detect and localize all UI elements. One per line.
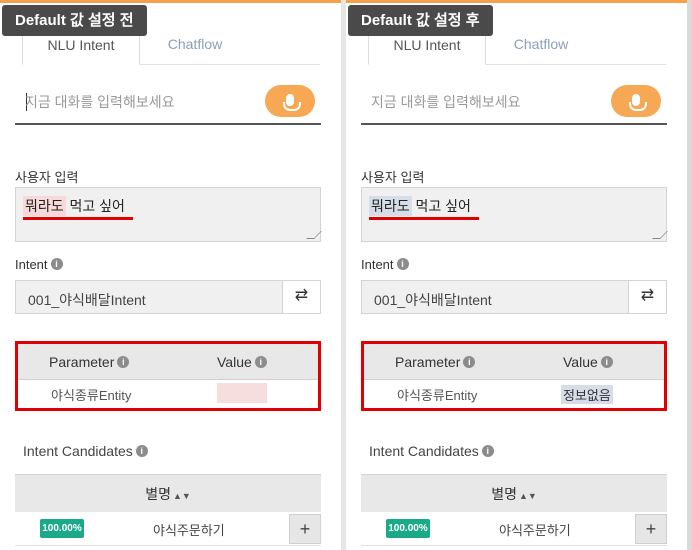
resize-handle[interactable]: [306, 231, 322, 239]
comparison-screenshot: Default 값 설정 전 NLU Intent Chatflow 사용자 입…: [0, 0, 692, 550]
info-icon[interactable]: i: [481, 445, 494, 457]
parameter-name: 야식종류Entity: [51, 388, 132, 403]
value-header: Value: [563, 354, 598, 370]
intent-field: 001_야식배달Intent ⇄: [361, 280, 667, 314]
mic-button[interactable]: [265, 85, 315, 117]
user-input-label: 사용자 입력: [361, 170, 425, 185]
info-icon[interactable]: i: [254, 356, 267, 368]
info-icon[interactable]: i: [396, 258, 409, 270]
candidates-header[interactable]: 별명 ▲▼: [361, 474, 667, 512]
sort-icon: ▲▼: [172, 491, 191, 501]
sort-icon: ▲▼: [518, 491, 537, 501]
utterance: 뭐라도 먹고 싶어: [23, 196, 125, 216]
intent-value: 001_야식배달Intent: [374, 292, 492, 308]
parameter-value-cell[interactable]: [217, 383, 267, 403]
tab-chatflow[interactable]: Chatflow: [140, 27, 250, 65]
red-underline: [369, 217, 479, 220]
user-input-textarea[interactable]: 뭐라도 먹고 싶어: [15, 187, 322, 242]
intent-value: 001_야식배달Intent: [28, 292, 146, 308]
parameter-row: 야식종류Entity: [18, 380, 318, 404]
candidates-header[interactable]: 별명 ▲▼: [15, 474, 321, 512]
chat-input[interactable]: [25, 89, 255, 115]
chat-input-area: [15, 83, 321, 125]
user-input-label: 사용자 입력: [15, 170, 79, 185]
add-candidate-button[interactable]: +: [635, 514, 667, 544]
parameter-table-header: Parameter i Value i: [364, 344, 664, 380]
value-header: Value: [217, 354, 252, 370]
info-icon[interactable]: i: [50, 258, 63, 270]
utterance-rest: 먹고 싶어: [411, 198, 471, 214]
swap-icon: ⇄: [640, 287, 655, 304]
info-icon[interactable]: i: [117, 356, 130, 368]
microphone-icon: [283, 94, 301, 111]
chat-input-area: [361, 83, 667, 125]
parameter-header: Parameter: [395, 354, 461, 370]
intent-label: Intent: [361, 257, 394, 272]
candidate-row: 100.00% 야식주문하기 +: [361, 512, 667, 546]
caption-after: Default 값 설정 후: [348, 5, 493, 36]
candidates-label: Intent Candidates: [23, 443, 133, 459]
alias-column-header: 별명: [491, 486, 517, 502]
utterance-rest: 먹고 싶어: [65, 198, 125, 214]
parameter-header: Parameter: [49, 354, 115, 370]
intent-field: 001_야식배달Intent ⇄: [15, 280, 321, 314]
alias-column-header: 별명: [145, 486, 171, 502]
info-icon[interactable]: i: [463, 356, 476, 368]
swap-intent-button[interactable]: ⇄: [628, 281, 666, 313]
swap-icon: ⇄: [294, 287, 309, 304]
confidence-badge: 100.00%: [40, 519, 84, 538]
entity-highlight: 뭐라도: [369, 196, 412, 216]
candidate-name: 야식주문하기: [499, 523, 571, 538]
parameter-value-cell[interactable]: 정보없음: [561, 383, 613, 404]
info-icon[interactable]: i: [135, 445, 148, 457]
panel-before: Default 값 설정 전 NLU Intent Chatflow 사용자 입…: [0, 0, 341, 550]
confidence-badge: 100.00%: [386, 519, 430, 538]
plus-icon: +: [645, 519, 657, 539]
info-icon[interactable]: i: [600, 356, 613, 368]
intent-label-row: Intent i: [15, 257, 63, 272]
parameter-name: 야식종류Entity: [397, 388, 478, 403]
add-candidate-button[interactable]: +: [289, 514, 321, 544]
candidates-label: Intent Candidates: [369, 443, 479, 459]
swap-intent-button[interactable]: ⇄: [282, 281, 320, 313]
candidates-label-row: Intent Candidates i: [369, 443, 494, 459]
candidate-name: 야식주문하기: [153, 523, 225, 538]
chat-input[interactable]: [371, 89, 601, 115]
caption-before: Default 값 설정 전: [2, 5, 147, 36]
parameter-table: Parameter i Value i 야식종류Entity: [15, 341, 321, 411]
microphone-icon: [629, 94, 647, 111]
parameter-value: 정보없음: [561, 385, 613, 404]
parameter-table: Parameter i Value i 야식종류Entity 정보없음: [361, 341, 667, 411]
entity-highlight: 뭐라도: [23, 196, 66, 216]
utterance: 뭐라도 먹고 싶어: [369, 196, 471, 216]
parameter-row: 야식종류Entity 정보없음: [364, 380, 664, 404]
candidates-label-row: Intent Candidates i: [23, 443, 148, 459]
mic-button[interactable]: [611, 85, 661, 117]
panel-after: Default 값 설정 후 NLU Intent Chatflow 사용자 입…: [346, 0, 687, 550]
intent-label: Intent: [15, 257, 48, 272]
user-input-textarea[interactable]: 뭐라도 먹고 싶어: [361, 187, 668, 242]
plus-icon: +: [299, 519, 311, 539]
tab-chatflow[interactable]: Chatflow: [486, 27, 596, 65]
candidate-row: 100.00% 야식주문하기 +: [15, 512, 321, 546]
resize-handle[interactable]: [652, 231, 668, 239]
intent-label-row: Intent i: [361, 257, 409, 272]
red-underline: [23, 217, 133, 220]
parameter-table-header: Parameter i Value i: [18, 344, 318, 380]
